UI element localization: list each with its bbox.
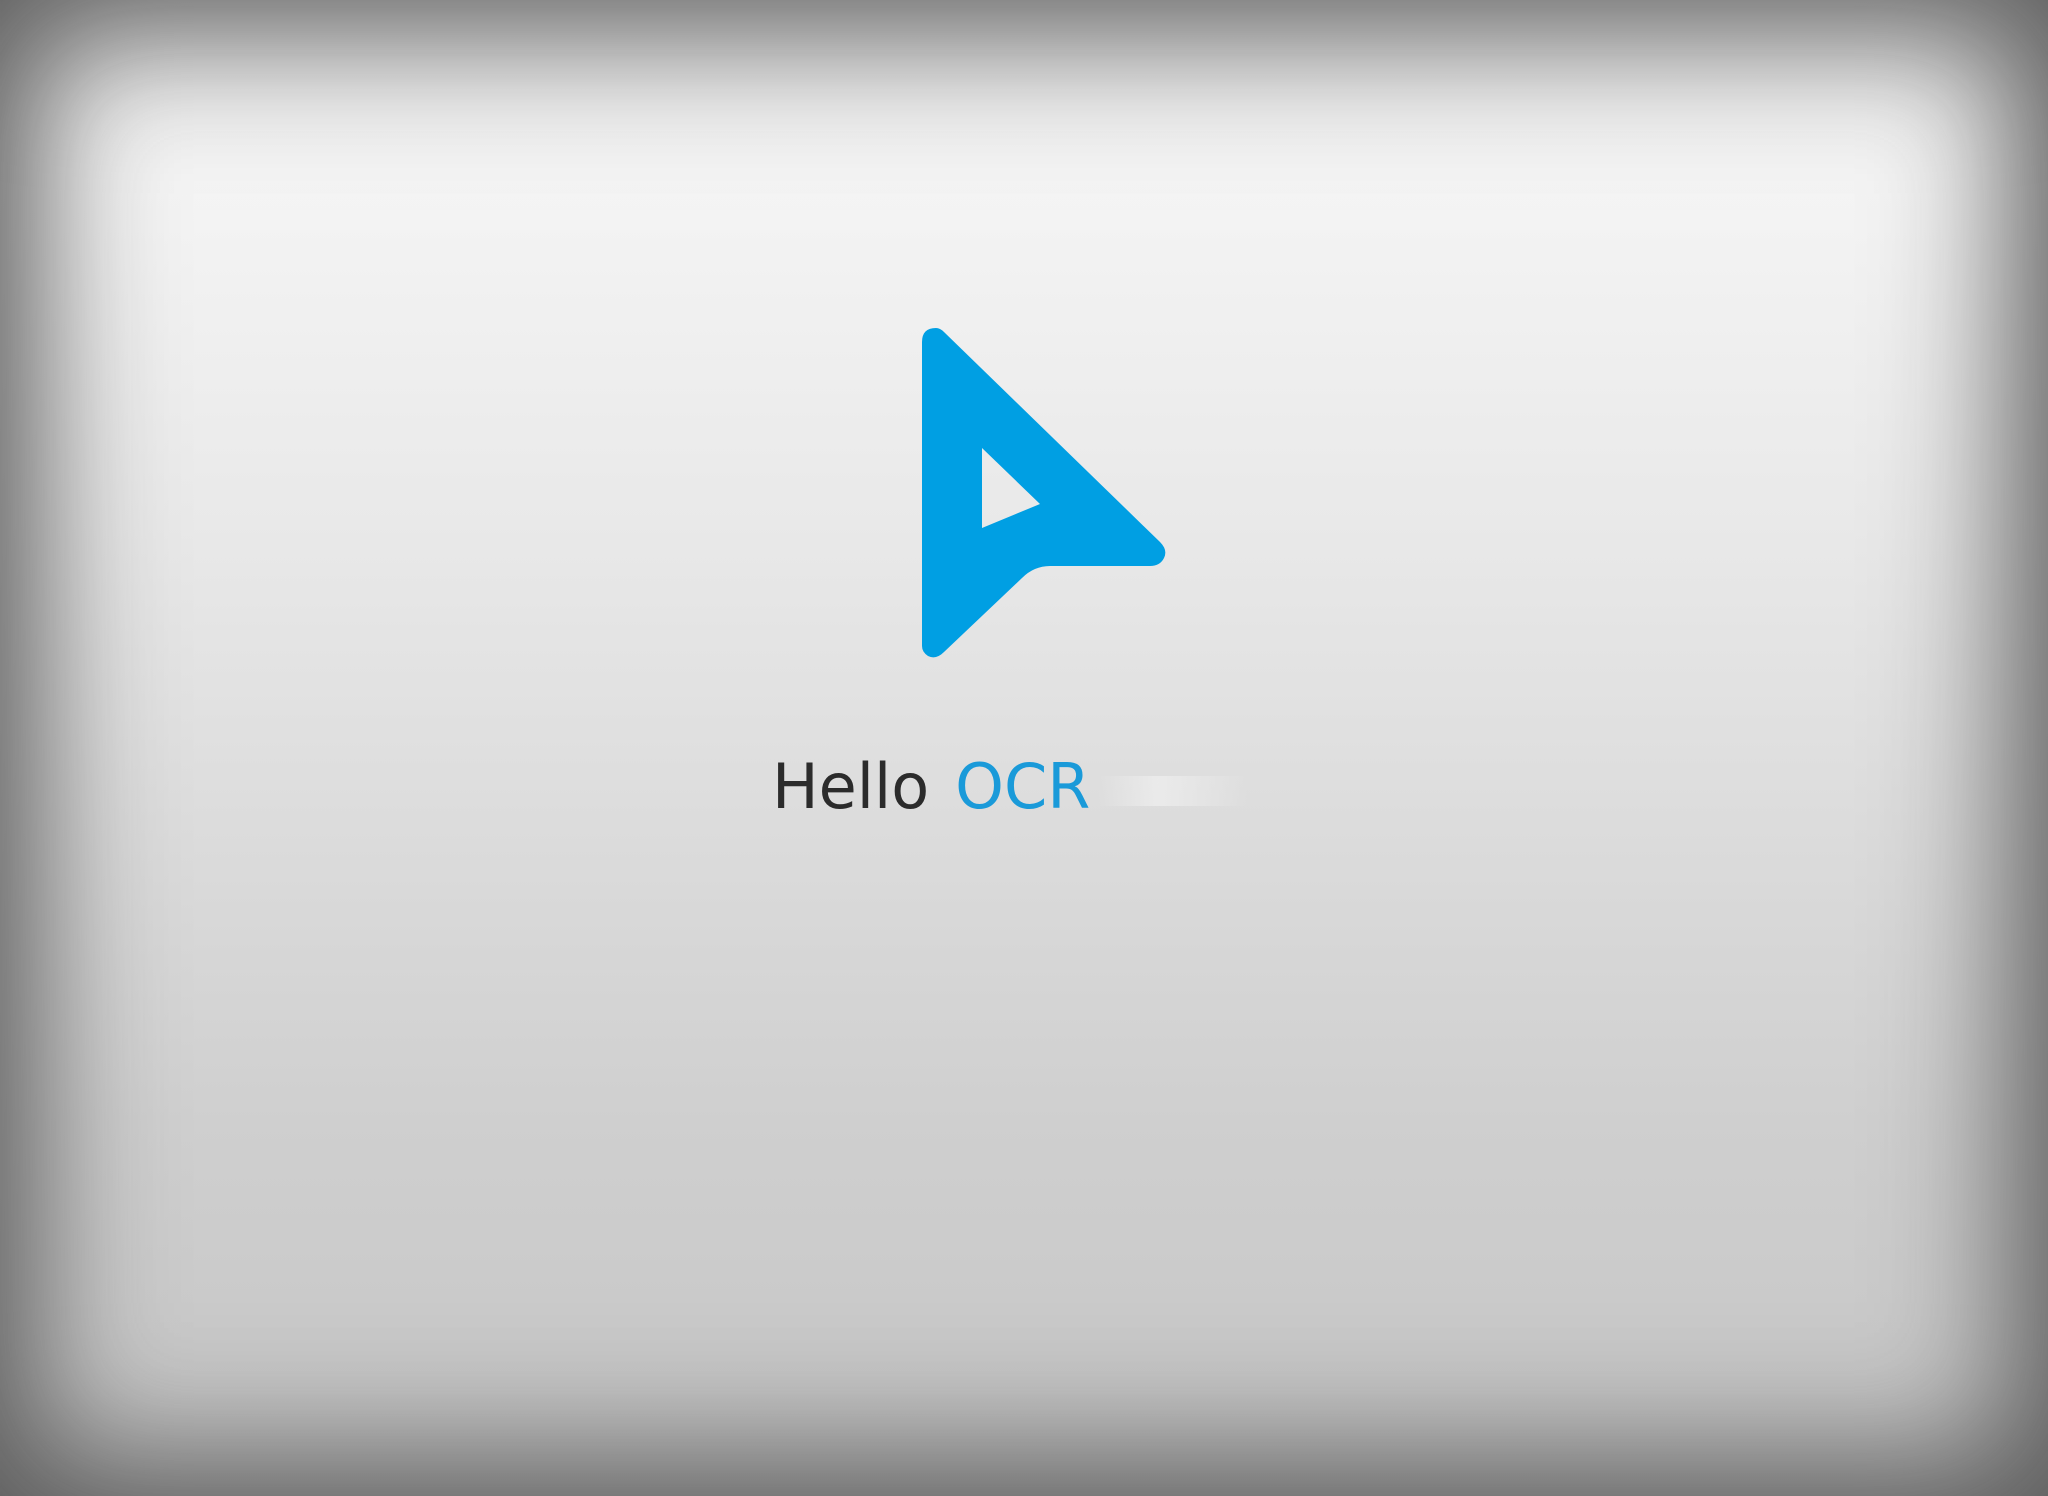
wordmark-accent: OCR: [955, 750, 1091, 823]
app-wordmark: Hello OCR: [772, 750, 1249, 823]
splash-screen: Hello OCR: [0, 0, 2048, 1496]
arrow-cursor-logo-icon: [922, 328, 1166, 658]
loading-shimmer: [1098, 775, 1249, 806]
wordmark-primary: Hello: [772, 750, 930, 823]
screen-vignette: [0, 0, 2048, 1496]
